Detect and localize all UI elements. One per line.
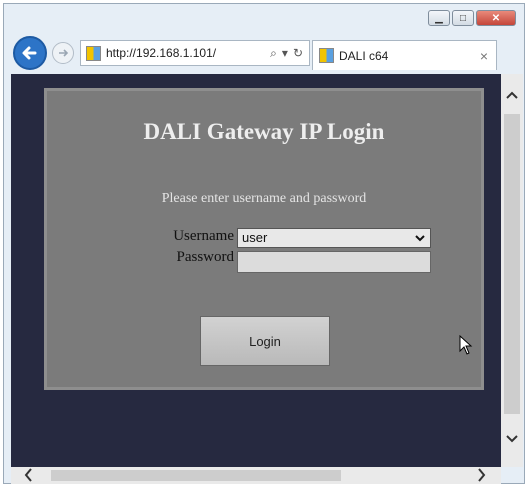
dropdown-icon[interactable]: ▾ (282, 46, 288, 61)
tab-title: DALI c64 (339, 48, 389, 63)
tab-close-icon[interactable]: × (480, 48, 496, 64)
scroll-down-icon[interactable] (506, 434, 518, 444)
forward-button[interactable] (52, 42, 74, 64)
page-viewport: DALI Gateway IP Login Please enter usern… (11, 74, 501, 467)
username-label: Username (173, 228, 234, 244)
username-select[interactable]: user (237, 228, 431, 248)
maximize-button[interactable]: □ (452, 10, 474, 26)
back-button[interactable] (13, 36, 47, 70)
maximize-icon: □ (459, 12, 467, 24)
chevron-down-icon (415, 235, 425, 242)
scroll-left-icon[interactable] (23, 468, 33, 482)
address-url[interactable]: http://192.168.1.101/ (106, 46, 270, 60)
browser-window: ▁ □ ✕ http://192.168.1.101/ ⌕ ▾ ↻ DALI c… (3, 3, 525, 484)
search-icon[interactable]: ⌕ (270, 46, 277, 61)
arrow-right-icon (59, 49, 69, 57)
minimize-button[interactable]: ▁ (428, 10, 450, 26)
login-button[interactable]: Login (200, 316, 330, 366)
horizontal-scrollbar[interactable] (11, 467, 501, 484)
mouse-cursor-icon (459, 335, 473, 355)
close-window-button[interactable]: ✕ (476, 10, 516, 26)
scroll-right-icon[interactable] (477, 468, 487, 482)
site-favicon-icon (86, 45, 101, 61)
window-caption-buttons: ▁ □ ✕ (428, 10, 516, 26)
tab-favicon-icon (319, 48, 334, 63)
scroll-up-icon[interactable] (506, 90, 518, 100)
navigation-bar: http://192.168.1.101/ ⌕ ▾ ↻ DALI c64 × (4, 34, 524, 74)
address-bar[interactable]: http://192.168.1.101/ ⌕ ▾ ↻ (80, 40, 310, 66)
username-value: user (242, 230, 268, 245)
page-title: DALI Gateway IP Login (143, 119, 385, 144)
minimize-icon: ▁ (435, 12, 443, 24)
close-icon: ✕ (491, 12, 501, 24)
password-input[interactable] (237, 251, 431, 273)
vertical-scroll-thumb[interactable] (504, 114, 520, 414)
refresh-icon[interactable]: ↻ (293, 46, 303, 61)
login-panel: DALI Gateway IP Login Please enter usern… (44, 88, 484, 390)
vertical-scrollbar[interactable] (501, 74, 523, 467)
login-prompt: Please enter username and password (161, 191, 367, 206)
arrow-left-icon (22, 46, 37, 60)
browser-tab[interactable]: DALI c64 × (312, 40, 497, 70)
horizontal-scroll-thumb[interactable] (51, 470, 341, 481)
password-label: Password (176, 249, 234, 265)
